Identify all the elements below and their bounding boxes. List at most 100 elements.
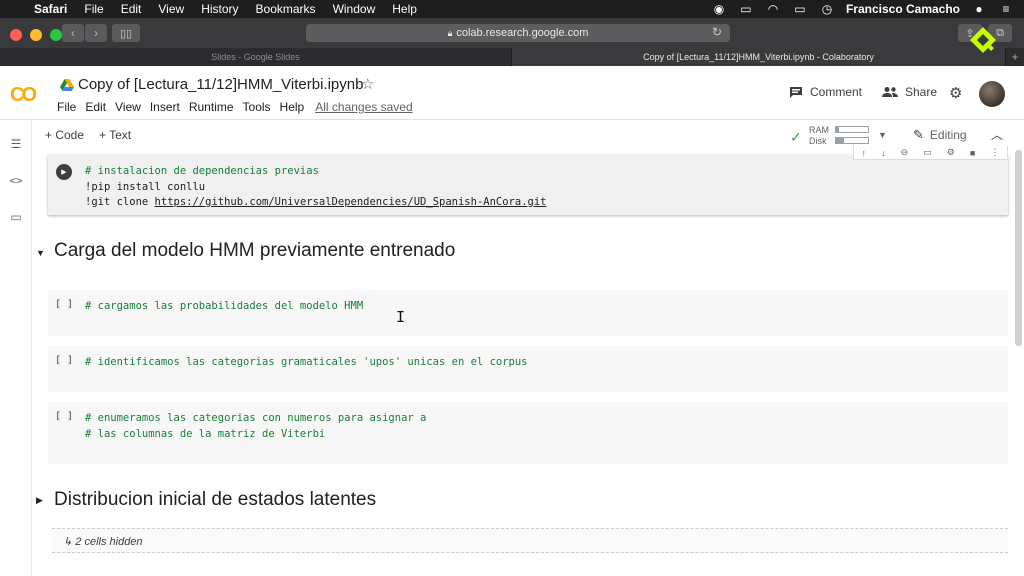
comment-cell-icon[interactable]: ▭ (923, 147, 932, 158)
code-editor[interactable]: # instalacion de dependencias previas !p… (85, 164, 546, 211)
colab-menu-file[interactable]: File (57, 100, 76, 114)
table-of-contents-icon[interactable]: ☰ (9, 137, 23, 151)
ram-bar-fill (836, 127, 840, 132)
user-avatar[interactable] (979, 81, 1005, 107)
close-window-button[interactable] (10, 29, 22, 41)
colab-menu-tools[interactable]: Tools (243, 100, 271, 114)
move-down-icon[interactable]: ↓ (881, 148, 886, 158)
menu-view[interactable]: View (150, 2, 193, 16)
code-snippets-icon[interactable]: <> (9, 174, 23, 187)
section-collapse-caret-icon[interactable]: ▼ (36, 248, 45, 258)
code-editor[interactable]: # identificamos las categorias gramatica… (85, 355, 528, 371)
forward-button[interactable]: › (85, 24, 107, 42)
airplay-icon[interactable]: ▭ (738, 2, 754, 16)
notification-center-icon[interactable]: ≡ (998, 2, 1014, 16)
sidebar-toggle-button[interactable]: ▯▯ (112, 24, 140, 42)
menu-history[interactable]: History (193, 2, 247, 16)
star-icon[interactable]: ☆ (361, 75, 374, 93)
tab-colab[interactable]: Copy of [Lectura_11/12]HMM_Viterbi.ipynb… (512, 48, 1006, 66)
code-cell-enumerate-categories[interactable]: [ ] # enumeramos las categorias con nume… (48, 402, 1008, 464)
colab-menu: File Edit View Insert Runtime Tools Help… (57, 100, 422, 114)
notebook-toolbar: + Code + Text ✓ RAM Disk ▼ ✎ Editing ︿ (33, 121, 1024, 149)
move-up-icon[interactable]: ↑ (862, 148, 867, 158)
code-editor[interactable]: # cargamos las probabilidades del modelo… (85, 299, 363, 315)
run-cell-button[interactable]: ▶ (56, 164, 72, 180)
user-name[interactable]: Francisco Camacho (846, 2, 960, 16)
pencil-icon: ✎ (913, 127, 924, 142)
window-controls (10, 29, 62, 41)
disk-bar (835, 137, 869, 144)
section-expand-caret-icon[interactable]: ▶ (36, 495, 43, 506)
link-icon[interactable]: ⊖ (901, 147, 909, 158)
comment-button[interactable]: Comment (789, 85, 862, 99)
cell-run-bracket[interactable]: [ ] (55, 411, 73, 422)
repo-link[interactable]: https://github.com/UniversalDependencies… (155, 196, 547, 208)
browser-tabs: Slides - Google Slides Copy of [Lectura_… (0, 48, 1024, 66)
clock-icon[interactable]: ◷ (819, 2, 835, 16)
colab-menu-view[interactable]: View (115, 100, 141, 114)
chevron-up-icon[interactable]: ︿ (991, 126, 1003, 143)
chevron-down-icon[interactable]: ▼ (878, 130, 887, 140)
channel-logo-watermark (970, 27, 996, 53)
more-options-icon[interactable]: ⋮ (990, 147, 999, 158)
code-cell-load-probabilities[interactable]: [ ] # cargamos las probabilidades del mo… (48, 290, 1008, 336)
wifi-icon[interactable]: ◠ (765, 2, 781, 16)
menu-window[interactable]: Window (325, 2, 385, 16)
colab-header: CO Copy of [Lectura_11/12]HMM_Viterbi.ip… (0, 66, 1024, 120)
address-text: colab.research.google.com (456, 27, 589, 39)
cell-run-bracket[interactable]: [ ] (55, 299, 73, 310)
notebook-title[interactable]: Copy of [Lectura_11/12]HMM_Viterbi.ipynb (78, 76, 363, 93)
hidden-cells-indicator[interactable]: ↳ 2 cells hidden (52, 528, 1008, 553)
people-icon (882, 87, 898, 97)
battery-icon[interactable]: ▭ (792, 2, 808, 16)
safari-toolbar: ‹ › ▯▯ 🔒︎ colab.research.google.com ↻ ⇪ … (0, 18, 1024, 48)
editing-mode-button[interactable]: ✎ Editing (913, 127, 967, 143)
resource-bars (835, 126, 869, 148)
section-heading-initial-distribution: Distribucion inicial de estados latentes (54, 489, 377, 510)
colab-menu-runtime[interactable]: Runtime (189, 100, 234, 114)
code-cell-install[interactable]: ▶ # instalacion de dependencias previas … (48, 155, 1008, 215)
comment-label: Comment (810, 85, 863, 99)
code-comment: # las columnas de la matriz de Viterbi (85, 427, 326, 440)
code-editor[interactable]: # enumeramos las categorias con numeros … (85, 411, 426, 442)
settings-gear-icon[interactable]: ⚙ (949, 84, 962, 102)
colab-menu-help[interactable]: Help (280, 100, 305, 114)
code-comment: # cargamos las probabilidades del modelo… (85, 300, 364, 312)
code-line: !git clone (85, 196, 155, 208)
address-bar[interactable]: 🔒︎ colab.research.google.com ↻ (306, 24, 730, 42)
cell-settings-icon[interactable]: ⚙ (947, 147, 955, 158)
back-button[interactable]: ‹ (62, 24, 84, 42)
share-button[interactable]: Share (882, 85, 937, 99)
add-text-button[interactable]: + Text (99, 128, 131, 142)
reload-icon[interactable]: ↻ (712, 25, 722, 39)
google-drive-icon (60, 79, 74, 91)
left-rail: ☰ <> ▭ (0, 121, 32, 576)
new-tab-button[interactable]: + (1006, 48, 1024, 66)
files-folder-icon[interactable]: ▭ (9, 210, 23, 224)
colab-logo[interactable]: CO (10, 84, 37, 107)
lock-icon: 🔒︎ (447, 27, 453, 38)
section-heading-load-model: Carga del modelo HMM previamente entrena… (54, 240, 456, 261)
menu-edit[interactable]: Edit (113, 2, 151, 16)
add-code-button[interactable]: + Code (45, 128, 84, 142)
colab-menu-edit[interactable]: Edit (85, 100, 106, 114)
cell-toolbar: ↑ ↓ ⊖ ▭ ⚙ ■ ⋮ (853, 146, 1008, 160)
menu-help[interactable]: Help (384, 2, 426, 16)
delete-icon[interactable]: ■ (970, 148, 975, 158)
record-icon[interactable]: ◉ (711, 2, 727, 16)
minimize-window-button[interactable] (30, 29, 42, 41)
notebook-scrollbar[interactable] (1015, 150, 1022, 346)
save-status[interactable]: All changes saved (315, 100, 412, 114)
menu-file[interactable]: File (76, 2, 112, 16)
tab-slides[interactable]: Slides - Google Slides (0, 48, 512, 66)
zoom-window-button[interactable] (50, 29, 62, 41)
hidden-cells-label: ↳ 2 cells hidden (63, 536, 143, 548)
siri-icon[interactable]: ● (971, 2, 987, 16)
connected-check-icon: ✓ (790, 129, 802, 145)
cell-run-bracket[interactable]: [ ] (55, 355, 73, 366)
menu-app-name[interactable]: Safari (26, 2, 76, 16)
colab-menu-insert[interactable]: Insert (150, 100, 180, 114)
menu-bookmarks[interactable]: Bookmarks (248, 2, 325, 16)
code-cell-identify-upos[interactable]: [ ] # identificamos las categorias grama… (48, 346, 1008, 392)
code-comment: # identificamos las categorias gramatica… (85, 356, 528, 368)
